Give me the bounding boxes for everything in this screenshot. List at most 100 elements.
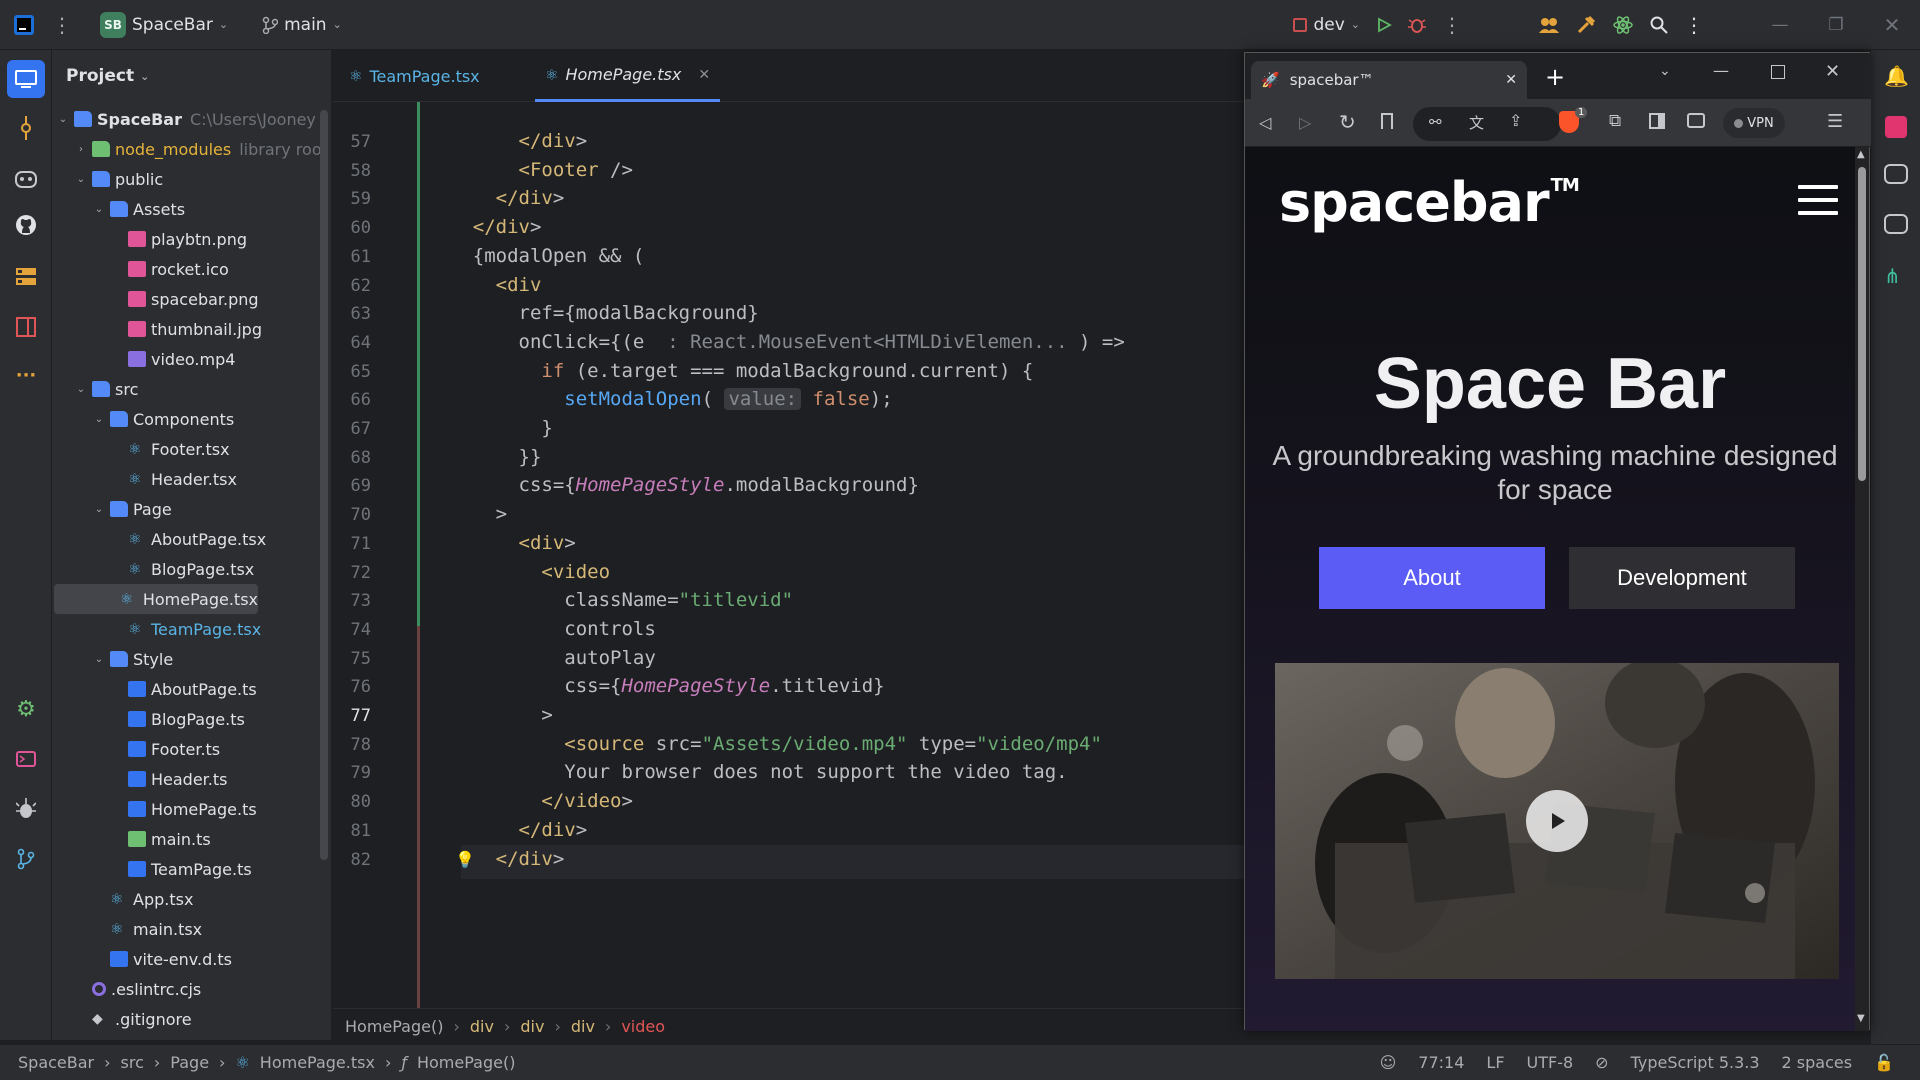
browser-menu-icon[interactable]: ☰ [1827,111,1843,132]
tree-item[interactable]: ⚛ AboutPage.tsx [52,524,331,554]
tree-item[interactable]: ⚛ TeamPage.tsx [52,614,331,644]
chevron-down-icon[interactable]: ⌄ [92,204,106,215]
tree-item[interactable]: ⚛ Header.tsx [52,464,331,494]
debug-button[interactable] [1400,0,1434,50]
ai-assistant-icon[interactable] [1884,214,1908,234]
git-tool-icon[interactable] [13,846,39,872]
translate-icon[interactable]: 文 [1469,112,1484,133]
bookmark-icon[interactable] [1381,113,1393,129]
tree-item[interactable]: BlogPage.ts [52,704,331,734]
caret-position[interactable]: 77:14 [1418,1053,1464,1072]
chevron-right-icon[interactable]: › [74,144,88,155]
tree-item[interactable]: AboutPage.ts [52,674,331,704]
lock-icon[interactable]: 🔓 [1874,1053,1894,1072]
tab-homepage[interactable]: ⚛ HomePage.tsx ✕ [535,50,721,102]
breadcrumb-item[interactable]: HomePage() [345,1017,443,1036]
tree-item[interactable]: TeamPage.ts [52,854,331,884]
build-tools-icon[interactable] [1568,0,1604,50]
tree-item[interactable]: vite-env.d.ts [52,944,331,974]
sidebar-icon[interactable] [1649,113,1665,129]
problems-tool-icon[interactable] [13,314,39,340]
site-logo[interactable]: spacebar TM [1279,171,1580,234]
close-tab-icon[interactable]: ✕ [1505,72,1517,88]
breadcrumb-item[interactable]: div [470,1017,494,1036]
tree-item[interactable]: ⚛ BlogPage.tsx [52,554,331,584]
tree-item[interactable]: .eslintrc.cjs [52,974,331,1004]
extensions-icon[interactable]: ⧉ [1609,111,1621,131]
breadcrumb-item[interactable]: div [520,1017,544,1036]
branch-switcher[interactable]: main ⌄ [254,0,350,50]
browser-close-button[interactable]: ✕ [1825,61,1840,82]
tree-item[interactable]: playbtn.png [52,224,331,254]
settings-gear-icon[interactable]: ⚙ [13,696,39,722]
tree-item[interactable]: video.mp4 [52,344,331,374]
browser-maximize-button[interactable] [1771,65,1785,79]
chevron-down-icon[interactable]: ⌄ [56,114,70,125]
scroll-thumb[interactable] [1858,167,1866,481]
maximize-window-button[interactable]: ❐ [1808,0,1864,50]
more-run-actions-icon[interactable]: ⋮ [1434,0,1470,50]
status-path-item[interactable]: Page [170,1053,209,1072]
react-devtools-icon[interactable] [1604,0,1642,50]
scroll-down-arrow-icon[interactable]: ▼ [1857,1013,1865,1024]
tab-search-chevron-icon[interactable]: ⌄ [1659,63,1671,79]
structure-tool-icon[interactable] [13,264,39,290]
project-tool-icon[interactable] [7,60,45,98]
project-switcher[interactable]: SB SpaceBar ⌄ [92,0,236,50]
tree-item[interactable]: ⌄ Page [52,494,331,524]
run-button[interactable] [1368,0,1400,50]
tree-item[interactable]: main.ts [52,824,331,854]
code-with-me-icon[interactable] [1530,0,1568,50]
tree-item[interactable]: ⌄ public [52,164,331,194]
copilot-status-icon[interactable]: ☺ [1380,1053,1397,1072]
tree-item[interactable]: thumbnail.jpg [52,314,331,344]
status-path-item[interactable]: src [121,1053,144,1072]
tree-item[interactable]: ⌄ Components [52,404,331,434]
inspection-icon[interactable]: ⊘ [1595,1053,1608,1072]
new-tab-button[interactable]: + [1545,63,1565,91]
tab-teampage[interactable]: ⚛ TeamPage.tsx [349,50,480,102]
services-icon[interactable] [13,796,39,822]
copilot-chat-icon[interactable] [1884,164,1908,184]
file-encoding[interactable]: UTF-8 [1527,1053,1574,1072]
chevron-down-icon[interactable]: ⌄ [74,174,88,185]
vpn-button[interactable]: VPN [1723,108,1785,138]
tree-item[interactable]: ⚛ HomePage.tsx [54,584,258,614]
run-config-selector[interactable]: dev ⌄ [1285,0,1368,50]
chevron-down-icon[interactable]: ⌄ [92,504,106,515]
reload-icon[interactable]: ↻ [1339,110,1356,134]
play-button[interactable] [1526,790,1588,852]
video-thumbnail[interactable] [1275,663,1839,979]
about-button[interactable]: About [1319,547,1545,609]
status-path-item[interactable]: SpaceBar [18,1053,94,1072]
database-graph-icon[interactable]: ⋔ [1884,264,1901,288]
tree-item[interactable]: ⚛ main.tsx [52,914,331,944]
tree-item[interactable]: ◆ .gitignore [52,1004,331,1034]
browser-tab[interactable]: 🚀 spacebar™ ✕ [1251,61,1527,99]
tree-item[interactable]: rocket.ico [52,254,331,284]
tree-item[interactable]: Footer.ts [52,734,331,764]
wallet-icon[interactable] [1687,113,1705,128]
browser-scrollbar[interactable]: ▲ ▼ [1855,147,1869,1031]
settings-menu-icon[interactable]: ⋮ [1676,0,1712,50]
chevron-down-icon[interactable]: ⌄ [74,384,88,395]
github-icon[interactable] [13,212,39,238]
browser-minimize-button[interactable]: — [1713,61,1729,80]
project-panel-header[interactable]: Project ⌄ [52,50,331,102]
tree-item[interactable]: ⌄ Style [52,644,331,674]
status-path-item[interactable]: HomePage.tsx [260,1053,375,1072]
notifications-icon[interactable]: 🔔 [1884,64,1909,88]
share-icon[interactable]: ⇪ [1509,111,1522,130]
line-separator[interactable]: LF [1486,1053,1504,1072]
tree-item[interactable]: ⌄ SpaceBar C:\Users\Jooney [52,104,331,134]
forward-icon[interactable]: ▷ [1299,113,1311,132]
tree-item[interactable]: Header.ts [52,764,331,794]
back-icon[interactable]: ◁ [1259,113,1271,132]
chevron-down-icon[interactable]: ⌄ [92,654,106,665]
commit-tool-icon[interactable] [13,115,39,141]
close-window-button[interactable]: ✕ [1864,0,1920,50]
more-menu-icon[interactable]: ⋮ [44,0,80,50]
hamburger-menu-icon[interactable] [1798,185,1838,217]
close-tab-icon[interactable]: ✕ [698,67,710,83]
tree-item[interactable]: HomePage.ts [52,794,331,824]
